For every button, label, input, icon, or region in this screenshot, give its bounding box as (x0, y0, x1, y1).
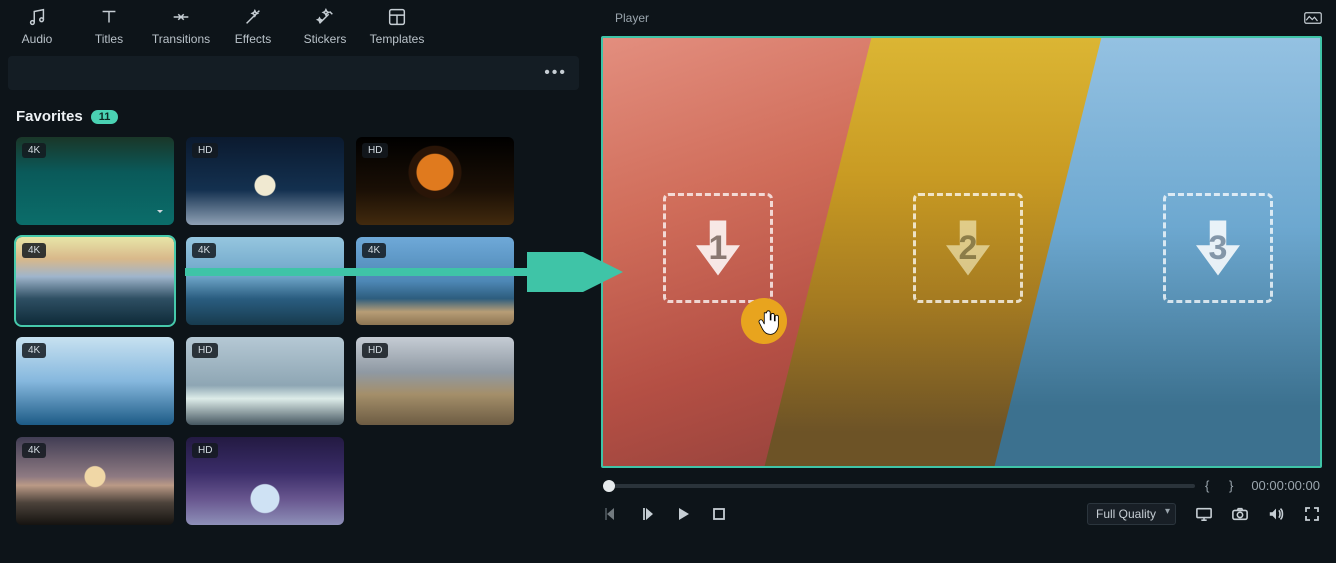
tab-label: Effects (235, 32, 271, 46)
stickers-icon (314, 6, 336, 28)
player-preview[interactable]: 1 2 3 (601, 36, 1322, 468)
resolution-badge: HD (192, 143, 218, 158)
prev-frame-button[interactable] (603, 506, 619, 522)
media-thumbnail[interactable]: HD (356, 137, 514, 225)
quality-select-wrap: Full Quality (1087, 503, 1176, 525)
resolution-badge: 4K (22, 143, 46, 158)
tab-titles[interactable]: Titles (80, 6, 138, 46)
player-header: Player (597, 0, 1326, 28)
transitions-icon (170, 6, 192, 28)
media-thumbnail[interactable]: 4K (16, 237, 174, 325)
player-title: Player (615, 11, 649, 25)
text-icon (98, 6, 120, 28)
section-title-row: Favorites 11 (0, 90, 587, 133)
display-settings-button[interactable] (1196, 506, 1212, 522)
more-options-icon[interactable]: ••• (544, 64, 567, 82)
tab-label: Titles (95, 32, 123, 46)
resolution-badge: 4K (22, 343, 46, 358)
tab-transitions[interactable]: Transitions (152, 6, 210, 46)
tab-effects[interactable]: Effects (224, 6, 282, 46)
timeline-row: { } 00:00:00:00 (597, 474, 1326, 499)
marker-braces[interactable]: { } (1205, 478, 1241, 493)
tab-templates[interactable]: Templates (368, 6, 426, 46)
media-thumbnail[interactable]: HD (356, 337, 514, 425)
media-thumbnail[interactable]: 4K (16, 337, 174, 425)
media-thumbnail[interactable]: 4K (16, 437, 174, 525)
hand-cursor-icon (755, 308, 783, 345)
fullscreen-button[interactable] (1304, 506, 1320, 522)
drop-zone-1[interactable]: 1 (663, 193, 773, 303)
media-thumbnail[interactable]: 4K (16, 137, 174, 225)
tab-label: Transitions (152, 32, 210, 46)
drop-zone-number: 3 (1209, 229, 1228, 268)
tab-label: Stickers (304, 32, 347, 46)
resolution-badge: HD (192, 343, 218, 358)
effects-icon (242, 6, 264, 28)
step-back-button[interactable] (639, 506, 655, 522)
drop-zone-2[interactable]: 2 (913, 193, 1023, 303)
timecode-display: 00:00:00:00 (1251, 478, 1320, 493)
tab-audio[interactable]: Audio (8, 6, 66, 46)
snapshot-button[interactable] (1232, 506, 1248, 522)
asset-category-tabs: Audio Titles Transitions Effects Sticker… (0, 0, 587, 50)
preview-quality-select[interactable]: Full Quality (1087, 503, 1176, 525)
media-thumbnail[interactable]: HD (186, 337, 344, 425)
resolution-badge: 4K (362, 243, 386, 258)
timeline-playhead[interactable] (603, 480, 615, 492)
stop-button[interactable] (711, 506, 727, 522)
tab-label: Templates (370, 32, 425, 46)
section-title: Favorites (16, 108, 83, 125)
favorites-count-badge: 11 (91, 110, 119, 124)
scopes-icon[interactable] (1304, 11, 1322, 25)
resolution-badge: 4K (192, 243, 216, 258)
volume-button[interactable] (1268, 506, 1284, 522)
player-controls: Full Quality (597, 499, 1326, 525)
media-grid: 4K HD HD 4K 4K 4K 4K HD HD 4K HD (0, 133, 587, 533)
resolution-badge: HD (362, 143, 388, 158)
library-subheader: ••• (8, 56, 579, 90)
music-note-icon (26, 6, 48, 28)
media-thumbnail[interactable]: HD (186, 137, 344, 225)
media-thumbnail[interactable]: 4K (186, 237, 344, 325)
resolution-badge: HD (362, 343, 388, 358)
timeline-scrubber[interactable] (603, 484, 1195, 488)
resolution-badge: 4K (22, 443, 46, 458)
resolution-badge: 4K (22, 243, 46, 258)
download-icon[interactable] (152, 203, 168, 219)
templates-icon (386, 6, 408, 28)
drop-zone-number: 1 (709, 229, 728, 268)
drop-zone-number: 2 (959, 229, 978, 268)
resolution-badge: HD (192, 443, 218, 458)
drop-zone-3[interactable]: 3 (1163, 193, 1273, 303)
tab-label: Audio (22, 32, 53, 46)
play-button[interactable] (675, 506, 691, 522)
media-thumbnail[interactable]: HD (186, 437, 344, 525)
tab-stickers[interactable]: Stickers (296, 6, 354, 46)
media-thumbnail[interactable]: 4K (356, 237, 514, 325)
